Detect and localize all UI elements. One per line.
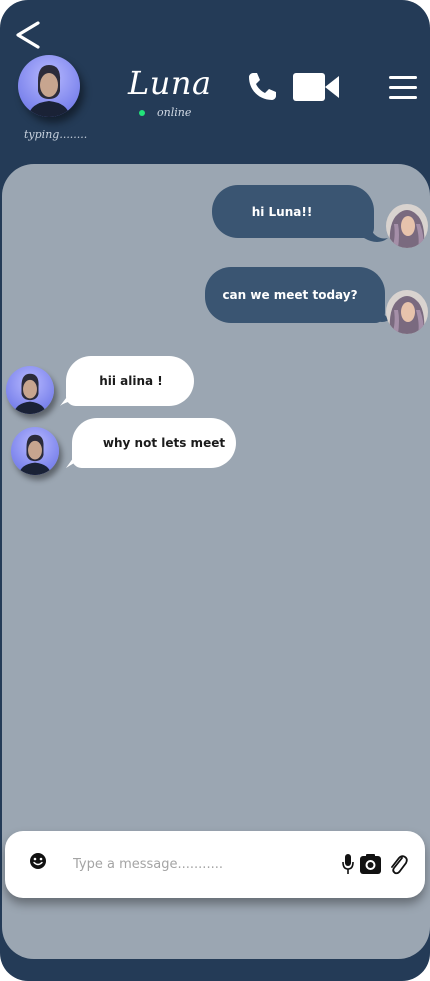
message-bubble-outgoing[interactable]: can we meet today? <box>205 267 385 323</box>
message-text: why not lets meet <box>102 436 226 450</box>
typing-indicator: typing........ <box>24 128 88 141</box>
contact-name: Luna <box>128 64 212 102</box>
hamburger-menu-icon[interactable] <box>388 74 418 102</box>
contact-avatar <box>6 366 54 414</box>
online-dot <box>139 109 145 116</box>
message-text: hi Luna!! <box>251 204 313 219</box>
message-text: hii alina ! <box>99 374 163 388</box>
back-chevron-icon[interactable] <box>12 18 46 52</box>
camera-icon[interactable] <box>359 853 382 875</box>
user-avatar <box>386 204 428 248</box>
contact-avatar <box>11 427 59 475</box>
message-text: can we meet today? <box>222 288 358 302</box>
chat-screen: typing........ Luna online hi Luna!! can… <box>0 0 430 981</box>
user-avatar <box>386 290 428 334</box>
phone-icon[interactable] <box>245 70 279 104</box>
paperclip-icon[interactable] <box>388 852 408 876</box>
contact-avatar[interactable] <box>18 55 80 117</box>
message-bubble-incoming[interactable]: hii alina ! <box>66 356 194 406</box>
smiley-icon[interactable] <box>29 852 47 870</box>
message-bubble-incoming[interactable]: why not lets meet <box>72 418 236 468</box>
video-camera-icon[interactable] <box>292 72 340 102</box>
status-text: online <box>157 106 192 119</box>
message-input[interactable] <box>71 851 315 877</box>
message-bubble-outgoing[interactable]: hi Luna!! <box>212 185 374 238</box>
message-composer <box>5 831 425 898</box>
microphone-icon[interactable] <box>341 853 355 875</box>
online-status: online <box>139 106 191 119</box>
